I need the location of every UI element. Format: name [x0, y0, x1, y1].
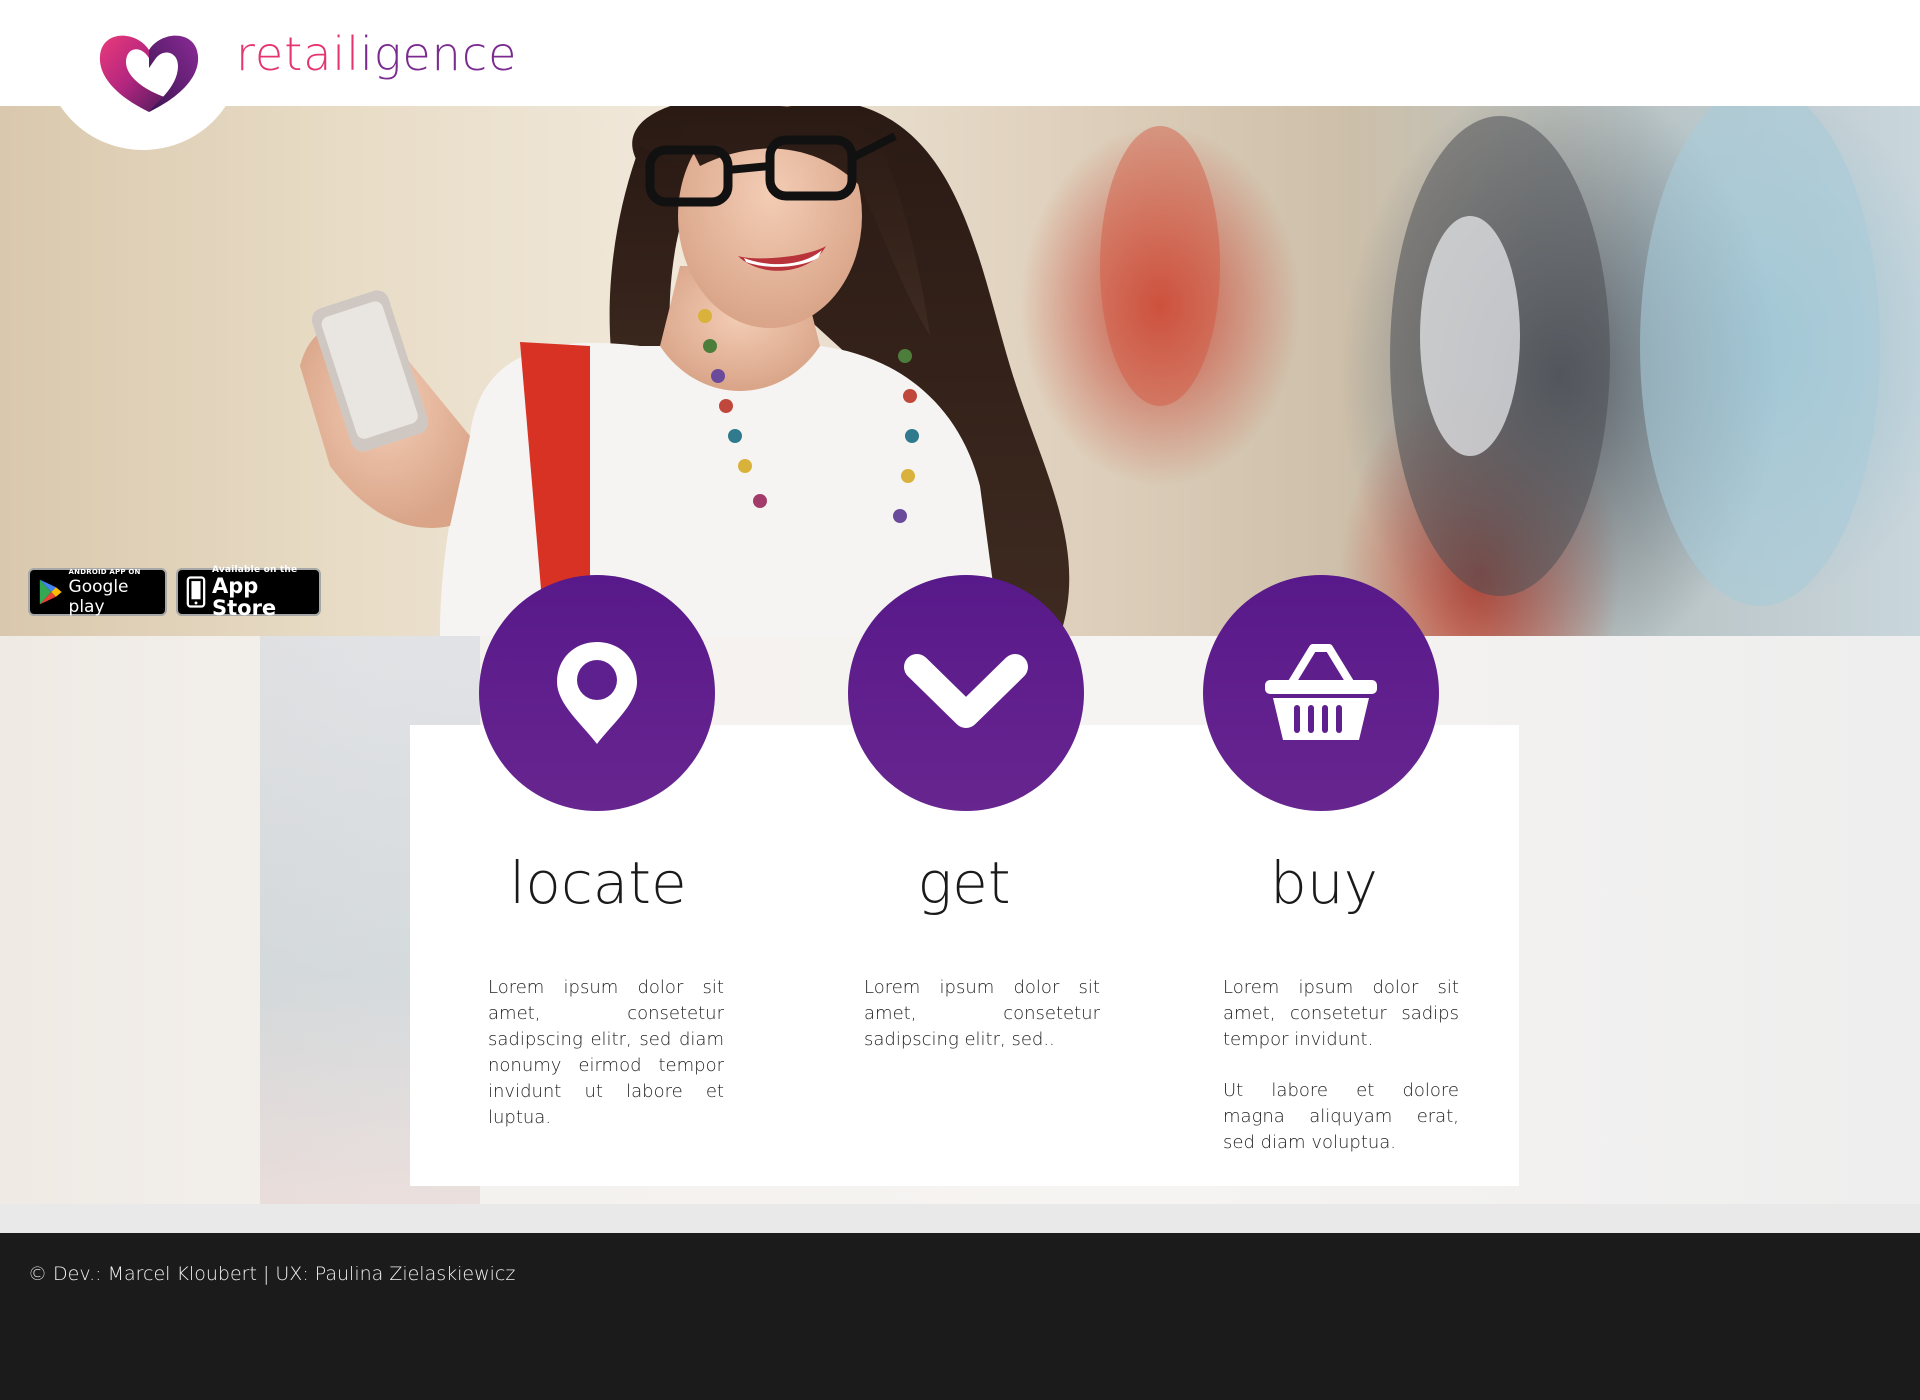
- feature-text-get: Lorem ipsum dolor sit amet, consetetur s…: [864, 975, 1100, 1078]
- brand-wordmark[interactable]: retailigence: [236, 24, 517, 84]
- footer-credits: © Dev.: Marcel Kloubert | UX: Paulina Zi…: [28, 1263, 516, 1285]
- brand-part-retail: retail: [236, 27, 360, 81]
- app-store-badge[interactable]: Available on the App Store: [176, 565, 321, 620]
- feature-text-buy: Lorem ipsum dolor sit amet, consetetur s…: [1223, 975, 1459, 1181]
- app-store-title: App Store: [211, 573, 277, 620]
- feature-paragraph: Lorem ipsum dolor sit amet, consetetur s…: [1223, 977, 1459, 1050]
- hero-image: [0, 106, 1920, 636]
- feature-title-get: get: [917, 849, 1011, 917]
- site-footer: © Dev.: Marcel Kloubert | UX: Paulina Zi…: [0, 1233, 1920, 1400]
- heart-logo-icon[interactable]: [96, 28, 202, 114]
- shopping-basket-icon: [1265, 644, 1377, 740]
- chevron-down-icon: [904, 654, 1028, 728]
- google-badge-title: Google play: [68, 576, 129, 617]
- google-badge-caption: ANDROID APP ON: [68, 567, 141, 576]
- feature-paragraph: Lorem ipsum dolor sit amet, consetetur s…: [864, 977, 1100, 1050]
- hero-photo-woman-with-phone: [300, 106, 1880, 636]
- feature-paragraph: Ut labore et dolore magna aliquyam erat,…: [1223, 1080, 1459, 1153]
- google-play-badge[interactable]: ANDROID APP ON Google play: [28, 567, 167, 617]
- brand-part-igence: igence: [360, 27, 518, 81]
- locate-circle[interactable]: [479, 575, 715, 811]
- phone-icon: [186, 576, 206, 608]
- feature-text-locate: Lorem ipsum dolor sit amet, consetetur s…: [488, 975, 724, 1156]
- feature-title-locate: locate: [509, 849, 687, 917]
- google-play-icon: [39, 579, 62, 605]
- map-pin-icon: [557, 642, 637, 744]
- feature-paragraph: Lorem ipsum dolor sit amet, consetetur s…: [488, 977, 724, 1128]
- feature-title-buy: buy: [1270, 849, 1378, 917]
- get-circle[interactable]: [848, 575, 1084, 811]
- buy-circle[interactable]: [1203, 575, 1439, 811]
